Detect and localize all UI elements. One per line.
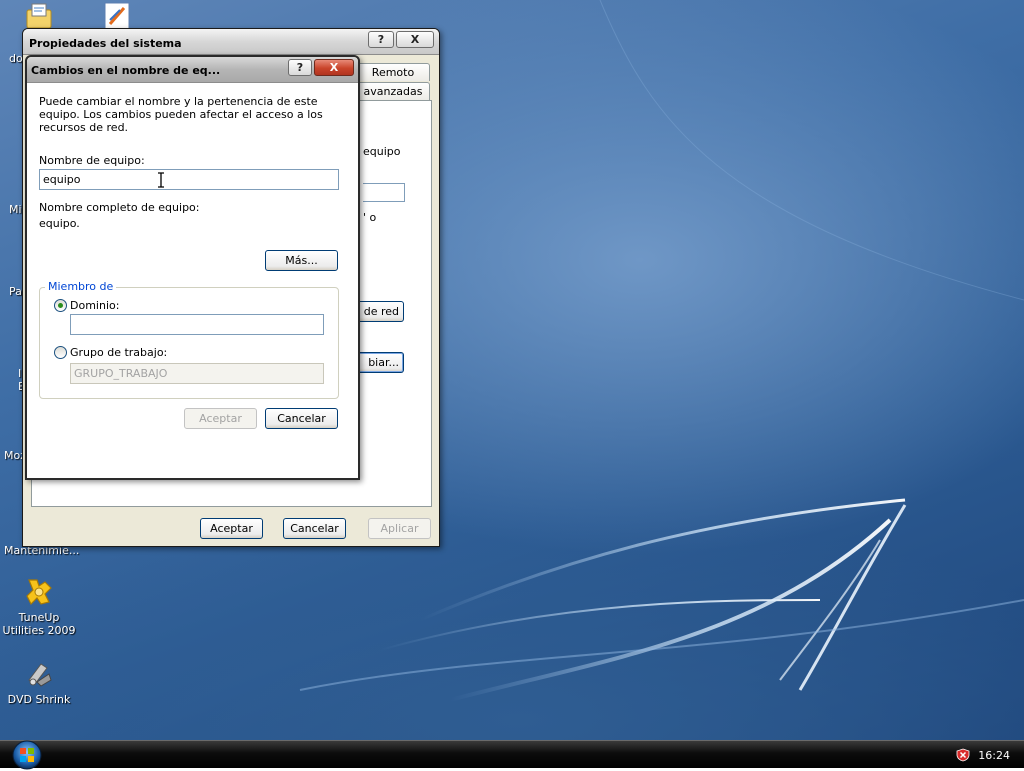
system-tray: 16:24 — [944, 741, 1024, 769]
window-title: Cambios en el nombre de eq... — [31, 64, 221, 77]
desktop-icon-label: DVD Shrink — [7, 693, 71, 706]
close-icon: X — [329, 61, 339, 74]
computer-name-titlebar[interactable]: Cambios en el nombre de eq... ? X — [27, 57, 358, 83]
tab-label: avanzadas — [363, 85, 423, 98]
clock[interactable]: 16:24 — [978, 749, 1010, 762]
close-button[interactable]: X — [314, 59, 354, 76]
domain-radio[interactable] — [54, 299, 67, 312]
computer-name-dialog: Cambios en el nombre de eq... ? X Puede … — [25, 55, 360, 480]
button-label: Más... — [285, 254, 318, 267]
desktop-icon-tuneup[interactable]: TuneUp Utilities 2009 — [0, 576, 78, 637]
cancel-button[interactable]: Cancelar — [265, 408, 338, 429]
desktop-icon-label: TuneUp Utilities 2009 — [2, 611, 76, 637]
dvd-shrink-icon — [28, 663, 52, 687]
button-label: Cancelar — [290, 522, 339, 535]
computer-name-label: Nombre de equipo: — [39, 154, 145, 167]
button-label: biar... — [368, 356, 399, 369]
domain-input[interactable] — [70, 314, 324, 335]
tab-label: Remoto — [371, 66, 415, 79]
computer-name-body: Puede cambiar el nombre y la pertenencia… — [27, 83, 358, 478]
close-icon: X — [410, 33, 420, 46]
button-label: Aplicar — [380, 522, 419, 535]
document-pen-icon[interactable] — [102, 2, 132, 30]
member-of-legend: Miembro de — [45, 280, 117, 293]
desktop-label-partial: I — [18, 367, 22, 380]
button-label: Aceptar — [210, 522, 253, 535]
workgroup-input[interactable] — [70, 363, 324, 384]
more-button[interactable]: Más... — [265, 250, 338, 271]
partial-text: equipo — [363, 145, 401, 158]
help-button[interactable]: ? — [288, 59, 312, 76]
text-cursor-icon — [158, 172, 164, 188]
start-button[interactable] — [8, 739, 46, 771]
cancel-button[interactable]: Cancelar — [283, 518, 346, 539]
ok-button[interactable]: Aceptar — [200, 518, 263, 539]
tab-remoto[interactable]: Remoto — [356, 63, 430, 81]
button-label: de red — [363, 305, 399, 318]
desktop-label-partial: Pa — [9, 285, 22, 298]
ok-button[interactable]: Aceptar — [184, 408, 257, 429]
security-alert-icon[interactable] — [956, 748, 970, 762]
full-name-value: equipo. — [39, 217, 80, 230]
taskbar: 16:24 — [0, 739, 1024, 771]
system-properties-titlebar[interactable]: Propiedades del sistema ? X — [23, 29, 439, 55]
documents-icon[interactable] — [24, 2, 54, 30]
desktop-icon-dvd-shrink[interactable]: DVD Shrink — [0, 658, 78, 706]
computer-name-input[interactable] — [39, 169, 339, 190]
button-label: Cancelar — [277, 412, 326, 425]
partial-input — [363, 183, 405, 202]
apply-button[interactable]: Aplicar — [368, 518, 431, 539]
window-title: Propiedades del sistema — [29, 37, 182, 50]
workgroup-label: Grupo de trabajo: — [70, 346, 168, 359]
domain-label: Dominio: — [70, 299, 120, 312]
tuneup-icon — [26, 579, 52, 606]
full-name-label: Nombre completo de equipo: — [39, 201, 200, 214]
description-text: Puede cambiar el nombre y la pertenencia… — [39, 95, 323, 134]
desktop-label-partial: do — [9, 52, 23, 65]
button-label: Aceptar — [199, 412, 242, 425]
workgroup-radio[interactable] — [54, 346, 67, 359]
help-icon: ? — [377, 33, 385, 46]
help-icon: ? — [296, 61, 304, 74]
partial-text: ' o — [363, 211, 377, 224]
close-button[interactable]: X — [396, 31, 434, 48]
tab-avanzadas[interactable]: avanzadas — [356, 82, 430, 100]
help-button[interactable]: ? — [368, 31, 394, 48]
